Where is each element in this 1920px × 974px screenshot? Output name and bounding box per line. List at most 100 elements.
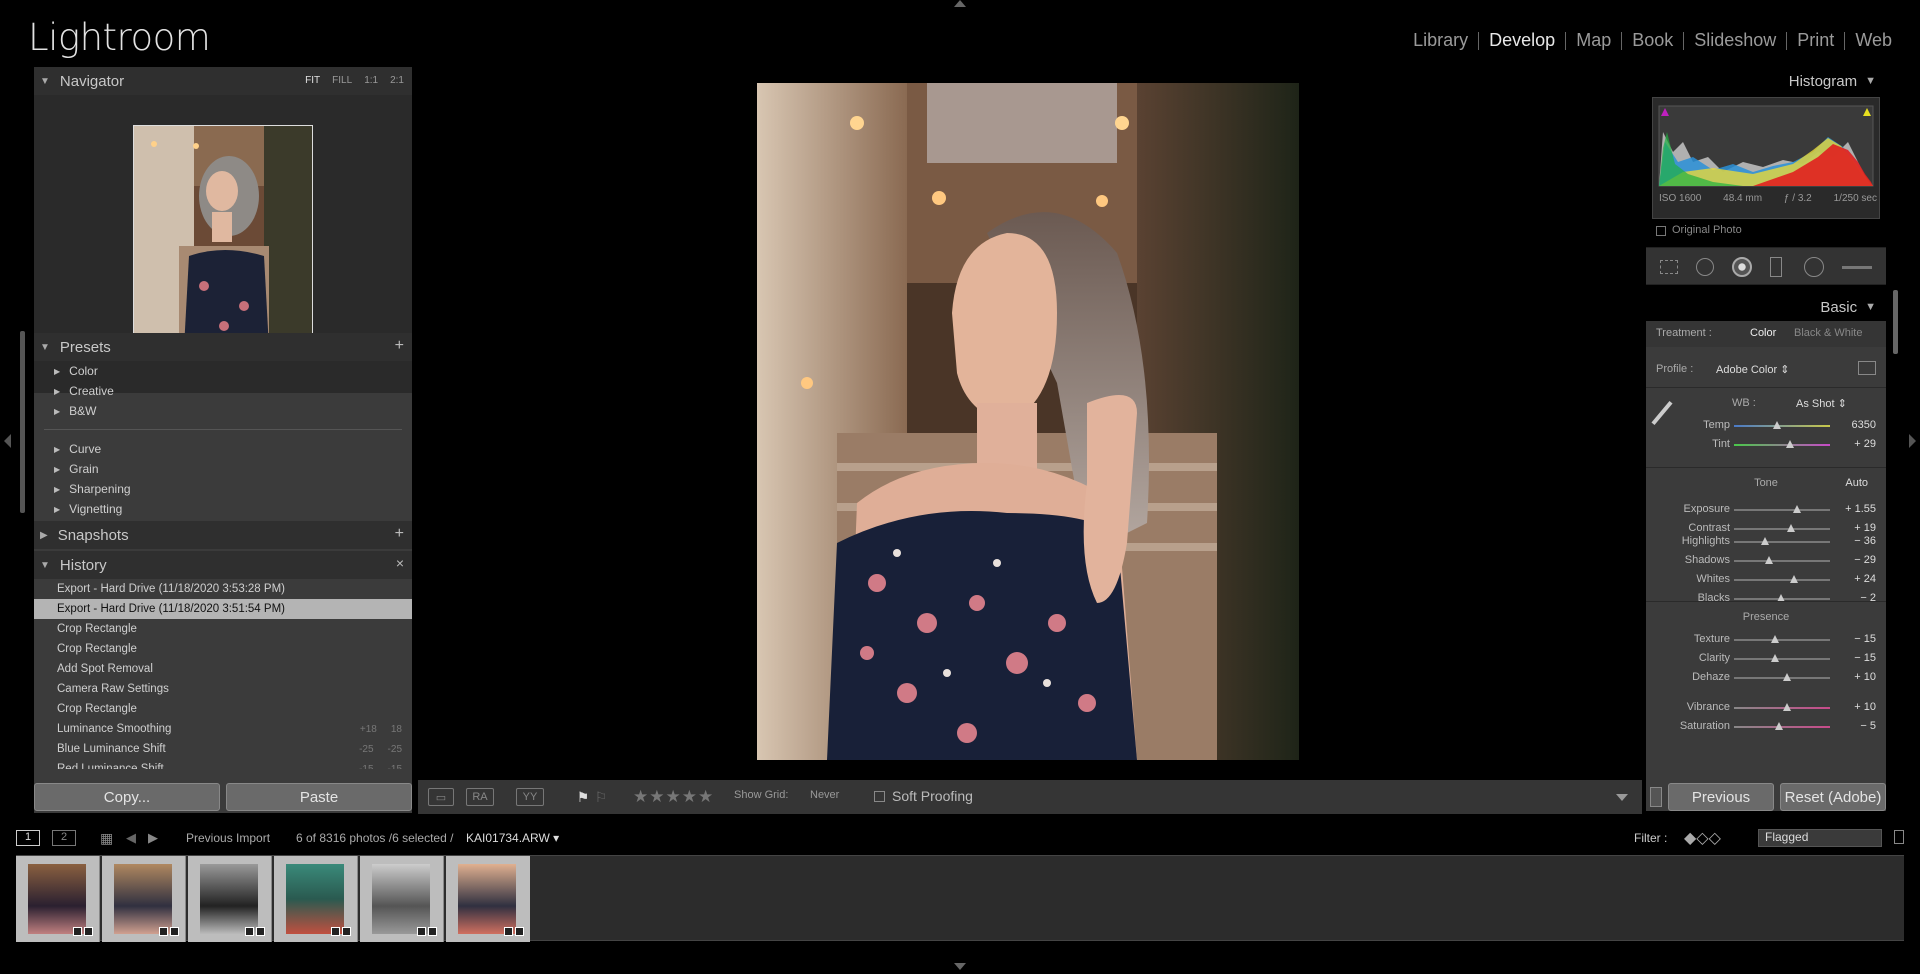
history-step[interactable]: Export - Hard Drive (11/18/2020 3:53:28 … [34,579,412,599]
crop-tool-icon[interactable] [1660,260,1678,274]
slider-track[interactable] [1734,509,1830,511]
module-slideshow[interactable]: Slideshow [1684,30,1786,51]
histogram[interactable]: ISO 1600 48.4 mm ƒ / 3.2 1/250 sec [1652,97,1880,219]
slider-track[interactable] [1734,579,1830,581]
add-snapshot-icon[interactable]: + [395,525,404,543]
history-header[interactable]: ▼ History × [34,551,412,579]
slider-value[interactable]: − 15 [1854,633,1876,645]
slider-thumb[interactable] [1771,635,1780,643]
filmstrip-thumbnail[interactable] [188,856,272,942]
filmstrip-thumbnail[interactable] [274,856,358,942]
tone-auto-button[interactable]: Auto [1845,477,1868,489]
filmstrip-thumbnail[interactable] [360,856,444,942]
zoom-fill[interactable]: FILL [332,75,352,86]
profile-select[interactable]: Adobe Color ⇕ [1716,363,1789,376]
slider-saturation[interactable]: Saturation − 5 [1646,718,1886,736]
module-web[interactable]: Web [1845,30,1902,51]
right-panel-scrollbar[interactable] [1893,290,1898,354]
preset-folder[interactable]: ▶ Vignetting [34,499,412,519]
reset-button[interactable]: Reset (Adobe) [1780,783,1886,811]
secondary-window-button[interactable]: 2 [52,830,76,846]
toggle-before-after-switch[interactable] [1650,787,1662,807]
filmstrip-toggle-icon[interactable] [954,963,966,970]
back-arrow-icon[interactable]: ◀ [126,830,136,846]
forward-arrow-icon[interactable]: ▶ [148,830,158,846]
slider-value[interactable]: 6350 [1852,419,1876,431]
module-book[interactable]: Book [1622,30,1683,51]
copy-button[interactable]: Copy... [34,783,220,811]
slider-thumb[interactable] [1782,703,1791,711]
graduated-filter-icon[interactable] [1770,257,1782,277]
slider-blacks[interactable]: Blacks − 2 [1646,590,1886,608]
paste-button[interactable]: Paste [226,783,412,811]
clear-history-icon[interactable]: × [396,555,404,571]
slider-temp[interactable]: Temp 6350 [1646,417,1886,435]
slider-thumb[interactable] [1760,537,1769,545]
navigator-preview-image[interactable] [133,125,313,347]
preset-folder[interactable]: ▶ Color [34,361,412,381]
previous-button[interactable]: Previous [1668,783,1774,811]
radial-filter-icon[interactable] [1804,257,1824,277]
histogram-header[interactable]: Histogram ▼ [1646,67,1886,95]
history-step[interactable]: Add Spot Removal [34,659,412,679]
slider-value[interactable]: + 29 [1854,438,1876,450]
treatment-bw-option[interactable]: Black & White [1794,327,1862,339]
slider-track[interactable] [1734,425,1830,427]
slider-value[interactable]: − 5 [1860,720,1876,732]
slider-thumb[interactable] [1771,654,1780,662]
history-step[interactable]: Camera Raw Settings [34,679,412,699]
slider-thumb[interactable] [1782,673,1791,681]
slider-thumb[interactable] [1785,440,1794,448]
grid-view-icon[interactable]: ▦ [100,830,113,847]
history-step[interactable]: Blue Luminance Shift -25 -25 [34,739,412,759]
profile-browser-icon[interactable] [1858,361,1876,375]
history-step[interactable]: Luminance Smoothing +18 18 [34,719,412,739]
toolbar-options-chevron-icon[interactable] [1616,794,1628,801]
module-print[interactable]: Print [1787,30,1844,51]
slider-vibrance[interactable]: Vibrance + 10 [1646,699,1886,717]
slider-exposure[interactable]: Exposure + 1.55 [1646,501,1886,519]
zoom-2-1[interactable]: 2:1 [390,75,404,86]
star-rating[interactable]: ★★★★★ [633,787,714,807]
slider-thumb[interactable] [1775,722,1784,730]
slider-thumb[interactable] [1786,524,1795,532]
right-panel-toggle-icon[interactable] [1909,434,1916,448]
history-step[interactable]: Crop Rectangle [34,639,412,659]
flag-filter-icons[interactable]: ◆◇◇ [1684,828,1721,848]
module-map[interactable]: Map [1566,30,1621,51]
slider-whites[interactable]: Whites + 24 [1646,571,1886,589]
slider-clarity[interactable]: Clarity − 15 [1646,650,1886,668]
before-after-view-icon[interactable]: RA [466,788,494,806]
left-panel-toggle-icon[interactable] [4,434,11,448]
reject-flag-icon[interactable]: ⚐ [594,788,608,806]
slider-track[interactable] [1734,528,1830,530]
slider-value[interactable]: + 10 [1854,701,1876,713]
module-library[interactable]: Library [1403,30,1478,51]
filter-lock-icon[interactable] [1894,830,1904,844]
zoom-fit[interactable]: FIT [305,75,320,86]
preset-folder[interactable]: ▶ Sharpening [34,479,412,499]
slider-thumb[interactable] [1793,505,1802,513]
slider-thumb[interactable] [1773,421,1782,429]
slider-track[interactable] [1734,541,1830,543]
treatment-color-option[interactable]: Color [1750,327,1776,339]
history-step[interactable]: Crop Rectangle [34,699,412,719]
preset-folder[interactable]: ▶ B&W [34,401,412,421]
soft-proofing-checkbox[interactable] [874,791,885,802]
filter-select[interactable]: Flagged [1758,829,1882,847]
red-eye-icon[interactable] [1732,257,1752,277]
before-after-swap-icon[interactable]: YY [516,788,544,806]
history-step[interactable]: Crop Rectangle [34,619,412,639]
slider-value[interactable]: − 2 [1860,592,1876,604]
main-photo[interactable] [757,83,1299,760]
slider-value[interactable]: + 24 [1854,573,1876,585]
slider-thumb[interactable] [1764,556,1773,564]
slider-value[interactable]: − 15 [1854,652,1876,664]
slider-tint[interactable]: Tint + 29 [1646,436,1886,454]
slider-texture[interactable]: Texture − 15 [1646,631,1886,649]
wb-select[interactable]: As Shot ⇕ [1796,397,1847,410]
preset-folder[interactable]: ▶ Creative [34,381,412,401]
flag-icon[interactable]: ⚑ [576,788,590,806]
add-preset-icon[interactable]: + [395,337,404,355]
loupe-view-icon[interactable]: ▭ [428,788,454,806]
